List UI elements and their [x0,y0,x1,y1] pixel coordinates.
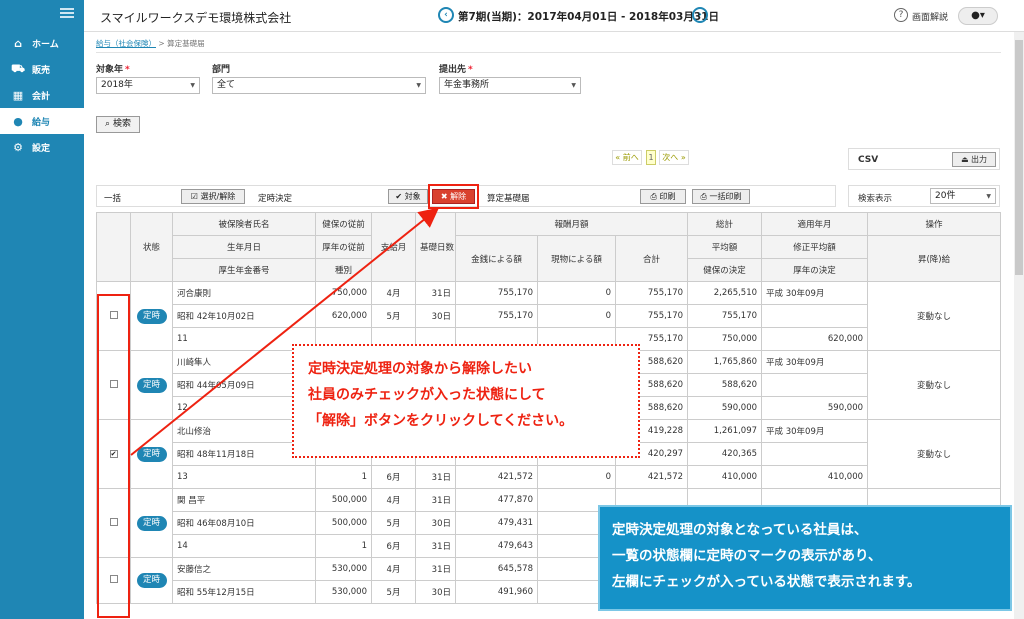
sidebar-item-label: ホーム [32,39,59,50]
pager-next[interactable]: 次へ » [659,150,689,165]
department-select[interactable]: 全て ▼ [212,77,426,94]
csv-export-button[interactable]: ⏏ 出力 [952,152,996,167]
status-badge: 定時 [136,573,167,588]
employee-name: 安藤信之 [172,557,316,581]
print-button[interactable]: ⎙ 印刷 [640,189,686,204]
release-instruction-note: 定時決定処理の対象から解除したい 社員のみチェックが入った状態にして 「解除」ボ… [292,344,640,458]
release-highlight [428,184,479,209]
sidebar-item-settings[interactable]: ⚙ 設定 [0,134,84,160]
bulk-label: 一括 [104,194,122,204]
status-badge: 定時 [136,377,167,393]
table-row: 昭和 42年10月02日 620,000 5月 30日 755,170 0 75… [97,304,1001,328]
gear-icon: ⚙ [13,140,23,154]
sidebar-item-sales[interactable]: ⛟ 販売 [0,56,84,82]
table-row: 定時 河合康則 750,000 4月 31日 755,170 0 755,170… [96,281,1002,351]
help-icon[interactable]: ? [894,8,908,22]
sidebar-item-label: 設定 [32,143,51,154]
name-header: 被保険者氏名 [172,212,316,236]
cart-icon: ⛟ [11,61,25,75]
search-button[interactable]: ⌕ 検索 [96,116,140,133]
sidebar-item-payroll[interactable]: ● 給与 [0,108,84,134]
sidebar-nav: ⌂ ホーム ⛟ 販売 ▦ 会計 ● 給与 ⚙ 設定 [0,30,84,160]
year-select[interactable]: 2018年 ▼ [96,77,200,94]
pager-current[interactable]: 1 [646,150,656,165]
checkbox-header [96,212,131,282]
reward-header: 報酬月額 [454,212,689,236]
calculator-icon: ▦ [12,88,24,102]
apply-month-header: 適用年月 [761,212,869,236]
promotion-header: 昇(降)給 [867,235,1002,282]
breadcrumb-link[interactable]: 給与（社会保険） [96,39,156,48]
divider [96,52,1001,53]
company-name: スマイルワークスデモ環境株式会社 [100,11,292,25]
sidebar-item-home[interactable]: ⌂ ホーム [0,30,84,56]
pager-prev[interactable]: « 前へ [612,150,642,165]
period-label: 第7期(当期)：2017年04月01日 - 2018年03月31日 [458,11,719,23]
chevron-down-icon: ▼ [190,82,195,89]
chevron-down-icon: ▼ [571,82,576,89]
user-menu-button[interactable]: ●▾ [958,7,998,25]
help-link[interactable]: 画面解説 [912,10,948,23]
health-decision-header: 健保の決定 [687,258,763,282]
status-badge: 定時 [136,515,167,531]
breadcrumb-separator: > [158,39,165,48]
menu-icon[interactable] [60,8,74,18]
breadcrumb-current: 算定基礎届 [167,39,205,48]
status-badge: 定時 [136,446,167,462]
destination-select[interactable]: 年金事務所 ▼ [439,77,581,94]
sidebar: ⌂ ホーム ⛟ 販売 ▦ 会計 ● 給与 ⚙ 設定 [0,0,84,619]
destination-label: 提出先 * [439,65,473,75]
sidebar-item-label: 販売 [32,65,51,76]
breadcrumb: 給与（社会保険） > 算定基礎届 [96,38,205,49]
avg-header: 平均額 [687,235,763,259]
employee-name: 関 昌平 [172,488,316,512]
birth-header: 生年月日 [172,235,316,259]
status-header: 状態 [130,212,173,282]
select-toggle-button[interactable]: ☑ 選択/解除 [181,189,245,204]
santei-label: 算定基礎届 [487,194,530,204]
kind-header: 種別 [315,258,372,282]
sidebar-item-label: 会計 [32,91,51,102]
table-row: 13 1 6月 31日 421,572 0 421,572 410,000 41… [97,465,1001,489]
target-button[interactable]: ✔ 対象 [388,189,428,204]
cash-header: 金銭による額 [455,235,538,282]
pay-month-header: 支給月 [371,212,416,282]
revised-avg-header: 修正平均額 [761,235,869,259]
department-label: 部門 [212,65,231,75]
base-days-header: 基礎日数 [415,212,456,282]
header: スマイルワークスデモ環境株式会社 ‹ 第7期(当期)：2017年04月01日 -… [84,0,1024,32]
csv-label: CSV [858,155,879,165]
period-next-button[interactable]: › [692,7,708,23]
chevron-down-icon: ▼ [986,193,991,200]
sum-header: 総計 [687,212,763,236]
sidebar-item-accounting[interactable]: ▦ 会計 [0,82,84,108]
period-prev-button[interactable]: ‹ [438,7,454,23]
home-icon: ⌂ [14,36,22,50]
chevron-down-icon: ▼ [416,82,421,89]
sidebar-item-label: 給与 [32,117,51,128]
health-prev-header: 健保の従前 [315,212,372,236]
bulk-print-button[interactable]: ⎙ 一括印刷 [692,189,750,204]
pension-decision-header: 厚年の決定 [761,258,869,282]
pagesize-select[interactable]: 20件 ▼ [930,188,996,204]
scrollbar-thumb[interactable] [1015,40,1023,275]
money-bag-icon: ● [13,114,23,128]
number-header: 厚生年金番号 [172,258,316,282]
year-label: 対象年 * [96,65,130,75]
employee-name: 河合康則 [172,281,316,305]
operation-header: 操作 [867,212,1002,236]
target-explanation-note: 定時決定処理の対象となっている社員は、 一覧の状態欄に定時のマークの表示があり、… [598,505,1012,611]
total-header: 合計 [614,235,689,282]
teiji-label: 定時決定 [258,194,293,204]
goods-header: 現物による額 [537,235,616,282]
pagesize-label: 検索表示 [858,194,893,204]
status-badge: 定時 [136,308,167,324]
user-icon: ●▾ [971,10,985,21]
checkbox-column-highlight [97,294,130,618]
pension-prev-header: 厚年の従前 [315,235,372,259]
